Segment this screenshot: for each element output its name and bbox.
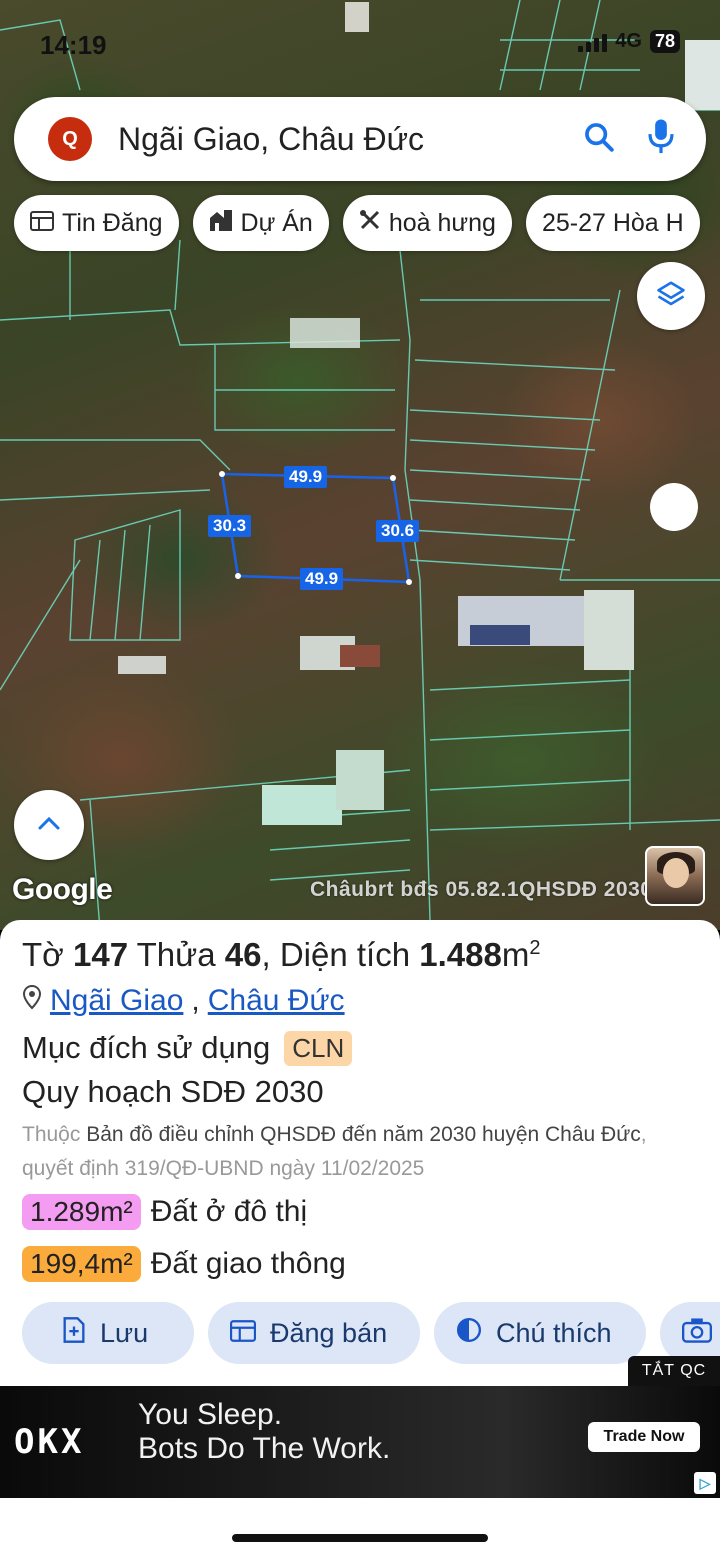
- legend-button[interactable]: Chú thích: [434, 1302, 646, 1364]
- area-value: 1.488: [419, 936, 502, 973]
- dimension-top-label: 49.9: [284, 466, 328, 488]
- usage-purpose: Mục đích sử dụng CLN: [22, 1030, 353, 1066]
- sheet-number: 147: [72, 936, 129, 973]
- user-profile-thumbnail[interactable]: [645, 846, 705, 906]
- layers-button[interactable]: [637, 262, 705, 330]
- chip-label: 25-27 Hòa H: [541, 208, 684, 237]
- purpose-label: Mục đích sử dụng: [22, 1030, 271, 1065]
- post-label: Đăng bán: [270, 1317, 388, 1348]
- plan-description: Thuộc Bản đồ điều chỉnh QHSDĐ đến năm 20…: [22, 1118, 702, 1186]
- chip-label: Tin Đăng: [62, 208, 163, 237]
- area-label: Diện tích: [279, 936, 411, 973]
- legend-icon: [456, 1317, 482, 1350]
- status-bar: 14:19 4G 78: [0, 0, 720, 88]
- desc-prefix: Thuộc: [22, 1123, 81, 1146]
- chip-hoa-hung[interactable]: hoà hưng: [342, 195, 512, 251]
- ad-logo: OKX: [14, 1422, 85, 1462]
- status-indicators: 4G 78: [578, 30, 680, 53]
- plan-title: Quy hoạch SDĐ 2030: [22, 1074, 324, 1109]
- microphone-icon[interactable]: [646, 118, 676, 161]
- signal-icon: [578, 32, 608, 52]
- zone-row: 199,4m² Đất giao thông: [22, 1246, 346, 1282]
- area-exponent: 2: [529, 937, 541, 959]
- chip-hoa-hung-address[interactable]: 25-27 Hòa H: [525, 195, 700, 251]
- chip-label: hoà hưng: [388, 208, 496, 237]
- ad-headline-1: You Sleep.: [138, 1398, 283, 1431]
- legend-label: Chú thích: [496, 1317, 612, 1348]
- purpose-code-badge: CLN: [284, 1030, 353, 1066]
- area-unit: m: [501, 936, 530, 973]
- zone-label: Đất ở đô thị: [150, 1195, 308, 1228]
- ad-banner[interactable]: OKX You Sleep. Bots Do The Work. Trade N…: [0, 1386, 720, 1498]
- dimension-right-label: 30.6: [376, 520, 420, 542]
- adchoices-icon[interactable]: ▷: [694, 1472, 716, 1494]
- save-label: Lưu: [100, 1317, 149, 1348]
- map-view[interactable]: 49.9 30.3 30.6 49.9 14:19 4G 78 Q Ngãi G…: [0, 0, 720, 930]
- desc-main: Bản đồ điều chỉnh QHSDĐ đến năm 2030 huy…: [86, 1123, 641, 1146]
- map-watermark: Châubrt bđs 05.82.1QHSDĐ 2030: [310, 878, 653, 901]
- post-icon: [230, 1318, 256, 1349]
- search-icon[interactable]: [582, 120, 616, 159]
- parcel-title: Tờ 147 Thửa 46, Diện tích 1.488m2: [22, 936, 541, 973]
- chip-label: Dự Án: [240, 208, 313, 237]
- zone-row: 1.289m² Đất ở đô thị: [22, 1194, 307, 1230]
- tools-icon: [359, 209, 381, 238]
- save-button[interactable]: Lưu: [22, 1302, 194, 1364]
- battery-icon: 78: [649, 30, 680, 53]
- account-avatar[interactable]: Q: [48, 117, 92, 161]
- chevron-up-icon: [37, 815, 61, 836]
- location-pin-icon: [22, 984, 42, 1018]
- chip-du-an[interactable]: Dự Án: [192, 195, 329, 251]
- lot-number: 46: [224, 936, 262, 973]
- ward-link[interactable]: Ngãi Giao: [50, 984, 183, 1018]
- district-link[interactable]: Châu Đức: [208, 984, 345, 1018]
- layers-icon: [656, 279, 686, 314]
- search-input[interactable]: Ngãi Giao, Châu Đức: [118, 121, 582, 158]
- action-buttons: Lưu Đăng bán Chú thích: [22, 1302, 720, 1364]
- post-for-sale-button[interactable]: Đăng bán: [208, 1302, 420, 1364]
- home-indicator[interactable]: [232, 1534, 488, 1542]
- chip-tin-dang[interactable]: Tin Đăng: [14, 195, 179, 251]
- expand-up-button[interactable]: [14, 790, 84, 860]
- camera-icon: [682, 1317, 712, 1350]
- status-time: 14:19: [40, 30, 107, 60]
- search-bar[interactable]: Q Ngãi Giao, Châu Đức: [14, 97, 706, 181]
- zone-label: Đất giao thông: [150, 1247, 346, 1280]
- parcel-location: Ngãi Giao, Châu Đức: [22, 984, 345, 1018]
- zone-area-badge: 199,4m²: [22, 1246, 141, 1282]
- close-ad-button[interactable]: TẮT QC: [628, 1356, 720, 1386]
- building-icon: [209, 209, 233, 238]
- photo-button[interactable]: [660, 1302, 720, 1364]
- parcel-info-panel: Tờ 147 Thửa 46, Diện tích 1.488m2 Ngãi G…: [0, 920, 720, 1390]
- google-logo: Google: [12, 873, 113, 906]
- ad-headline-2: Bots Do The Work.: [138, 1432, 391, 1465]
- sheet-label: Tờ: [22, 936, 64, 973]
- save-icon: [62, 1316, 86, 1351]
- dimension-bottom-label: 49.9: [300, 568, 344, 590]
- ad-cta-button[interactable]: Trade Now: [588, 1422, 700, 1452]
- dimension-left-label: 30.3: [208, 515, 252, 537]
- filter-chips: Tin Đăng Dự Án hoà hưng 25-27 Hòa H: [14, 195, 720, 251]
- lot-label: Thửa: [136, 936, 216, 973]
- zone-area-badge: 1.289m²: [22, 1194, 141, 1230]
- listing-icon: [30, 209, 54, 238]
- map-location-marker[interactable]: [650, 483, 698, 531]
- network-type: 4G: [615, 30, 642, 52]
- bottom-area: [0, 1498, 720, 1558]
